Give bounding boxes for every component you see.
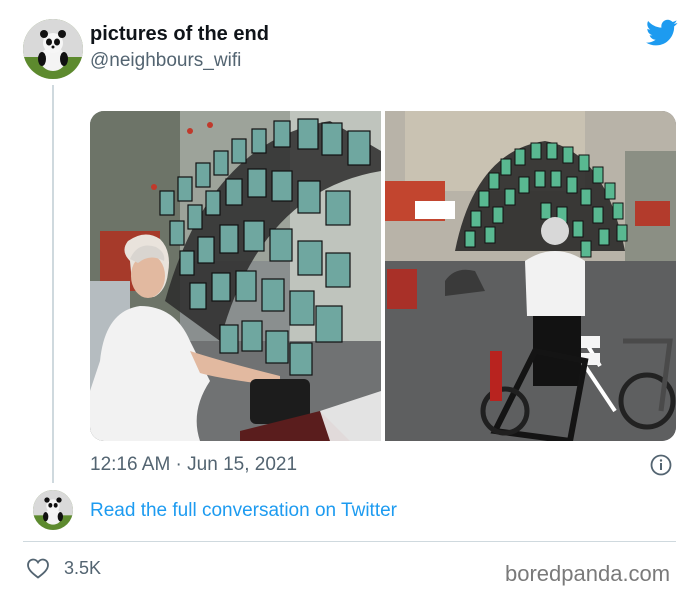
photo-left[interactable] xyxy=(90,111,381,441)
panda-avatar-image xyxy=(33,490,73,530)
read-conversation-link[interactable]: Read the full conversation on Twitter xyxy=(90,500,397,522)
tweet-media[interactable] xyxy=(90,111,676,441)
divider xyxy=(23,541,676,542)
tweet-timestamp[interactable]: 12:16 AM · Jun 15, 2021 xyxy=(90,454,297,476)
user-handle[interactable]: @neighbours_wifi xyxy=(90,50,241,72)
like-count[interactable]: 3.5K xyxy=(64,558,101,579)
heart-icon[interactable] xyxy=(26,557,50,579)
thread-line xyxy=(52,85,54,483)
avatar-small[interactable] xyxy=(33,490,73,530)
avatar[interactable] xyxy=(23,19,83,79)
info-icon[interactable] xyxy=(650,454,672,476)
panda-avatar-image xyxy=(23,19,83,79)
twitter-bird-icon[interactable] xyxy=(646,19,678,47)
display-name[interactable]: pictures of the end xyxy=(90,23,269,46)
photo-right[interactable] xyxy=(385,111,676,441)
watermark: boredpanda.com xyxy=(505,561,671,586)
